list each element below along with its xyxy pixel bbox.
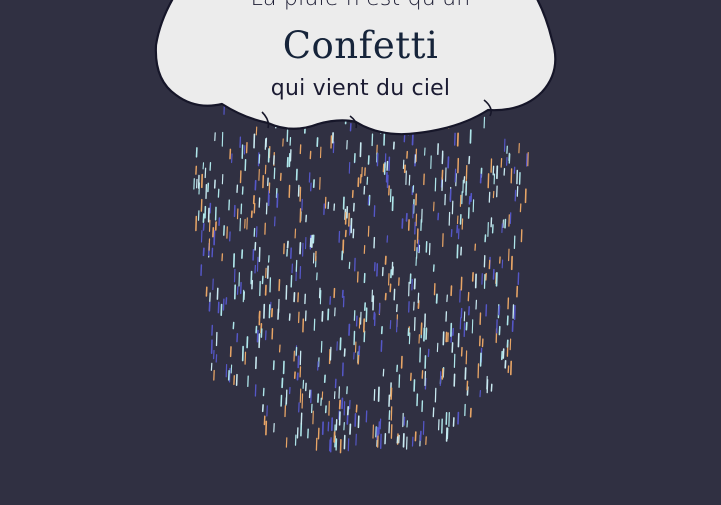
cloud-text-confetti: Confetti xyxy=(282,24,439,67)
confetti-rain xyxy=(193,84,529,454)
cloud-text-line-3: qui vient du ciel xyxy=(270,76,451,101)
cloud-shape xyxy=(154,0,557,136)
cloud-text-line-1: La pluie n'est qu'un xyxy=(0,0,721,11)
